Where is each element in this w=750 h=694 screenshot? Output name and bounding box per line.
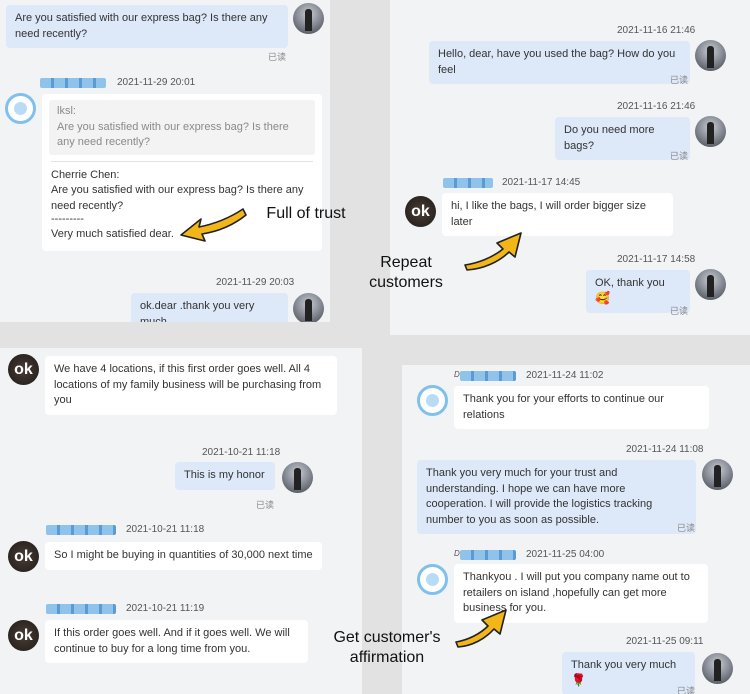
avatar-ok[interactable]: ok <box>8 541 39 572</box>
read-receipt: 已读 <box>256 500 275 510</box>
avatar-photo[interactable] <box>695 40 726 71</box>
arrow-up-right-icon <box>455 609 507 648</box>
avatar-photo[interactable] <box>282 462 313 493</box>
avatar-photo[interactable] <box>293 293 324 322</box>
message-timestamp: 2021-11-17 14:45 <box>502 177 581 188</box>
message-text: This is my honor <box>184 469 265 481</box>
sender-name-redacted <box>460 371 516 381</box>
sender-name-redacted <box>443 178 493 188</box>
quote-author: lksl: <box>57 105 76 117</box>
message-timestamp: 2021-10-21 11:18 <box>126 524 205 535</box>
message-timestamp: 2021-11-25 09:11 <box>626 636 704 647</box>
message-timestamp: 2021-11-16 21:46 <box>617 101 696 112</box>
message-text: Thank you very much for your trust and u… <box>426 467 653 526</box>
avatar-blue[interactable] <box>417 564 448 595</box>
sender-initial: D <box>454 370 460 379</box>
message-out[interactable]: Hello, dear, have you used the bag? How … <box>429 41 690 84</box>
caption-repeat: Repeat customers <box>369 254 443 291</box>
avatar-blue[interactable] <box>5 93 36 124</box>
message-timestamp: 2021-10-21 11:19 <box>126 603 205 614</box>
read-receipt: 已读 <box>677 523 696 533</box>
quoted-message: lksl: Are you satisfied with our express… <box>49 100 315 155</box>
chat-panel-orders: ok We have 4 locations, if this first or… <box>0 348 362 694</box>
avatar-ok[interactable]: ok <box>8 354 39 385</box>
message-in[interactable]: So I might be buying in quantities of 30… <box>45 542 322 570</box>
caption-trust: Full of trust <box>266 205 346 222</box>
caption-affirmation: Get customer's affirmation <box>333 629 441 666</box>
message-timestamp: 2021-10-21 11:18 <box>202 447 281 458</box>
message-text: Thank you for your efforts to continue o… <box>463 393 664 421</box>
message-text: Thank you very much <box>571 659 677 671</box>
arrow-up-right-icon <box>464 232 522 271</box>
message-text: We have 4 locations, if this first order… <box>54 363 322 406</box>
rose-emoji-icon: 🌹 <box>571 672 586 687</box>
message-text: Do you need more bags? <box>564 124 655 152</box>
avatar-photo[interactable] <box>293 3 324 34</box>
message-timestamp: 2021-11-24 11:02 <box>526 370 604 381</box>
message-timestamp: 2021-11-29 20:01 <box>117 77 196 88</box>
divider <box>51 160 313 162</box>
avatar-photo[interactable] <box>695 269 726 300</box>
avatar-photo[interactable] <box>702 653 733 684</box>
message-in[interactable]: Thank you for your efforts to continue o… <box>454 386 709 429</box>
message-text: If this order goes well. And if it goes … <box>54 627 290 655</box>
quote-text: Are you satisfied with our express bag? … <box>57 120 289 149</box>
message-out[interactable]: Thank you very much 🌹 <box>562 652 695 694</box>
sender-name-redacted <box>40 78 106 88</box>
sender-initial: D <box>454 549 460 558</box>
sender-name-redacted <box>46 525 116 535</box>
read-receipt: 已读 <box>268 52 287 62</box>
avatar-ok[interactable]: ok <box>405 196 436 227</box>
chat-panel-trust: Are you satisfied with our express bag? … <box>0 0 330 322</box>
avatar-blue[interactable] <box>417 385 448 416</box>
read-receipt: 已读 <box>677 686 696 694</box>
reply-author: Cherrie Chen: <box>51 168 120 181</box>
message-text: So I might be buying in quantities of 30… <box>54 549 313 561</box>
message-timestamp: 2021-11-25 04:00 <box>526 549 605 560</box>
avatar-photo[interactable] <box>702 459 733 490</box>
read-receipt: 已读 <box>670 151 689 161</box>
message-text: ok.dear .thank you very much <box>140 300 255 322</box>
message-out[interactable]: ok.dear .thank you very much <box>131 293 288 322</box>
read-receipt: 已读 <box>670 306 689 316</box>
avatar-photo[interactable] <box>695 116 726 147</box>
read-receipt: 已读 <box>670 75 689 85</box>
sender-name-redacted <box>46 604 116 614</box>
arrow-left-icon <box>180 208 247 242</box>
message-out[interactable]: This is my honor <box>175 462 275 490</box>
emoji-icon: 🥰 <box>595 290 610 305</box>
message-out[interactable]: Thank you very much for your trust and u… <box>417 460 696 534</box>
message-text: Are you satisfied with our express bag? … <box>15 12 268 40</box>
message-text: Hello, dear, have you used the bag? How … <box>438 48 676 76</box>
sender-name-redacted <box>460 550 516 560</box>
message-timestamp: 2021-11-24 11:08 <box>626 444 704 455</box>
message-timestamp: 2021-11-29 20:03 <box>216 277 295 288</box>
avatar-ok[interactable]: ok <box>8 620 39 651</box>
message-in[interactable]: We have 4 locations, if this first order… <box>45 356 337 415</box>
message-in[interactable]: If this order goes well. And if it goes … <box>45 620 308 663</box>
message-timestamp: 2021-11-17 14:58 <box>617 254 696 265</box>
message-text: OK, thank you <box>595 277 665 289</box>
message-text: hi, I like the bags, I will order bigger… <box>451 200 647 228</box>
message-timestamp: 2021-11-16 21:46 <box>617 25 696 36</box>
message-out[interactable]: Are you satisfied with our express bag? … <box>6 5 288 48</box>
